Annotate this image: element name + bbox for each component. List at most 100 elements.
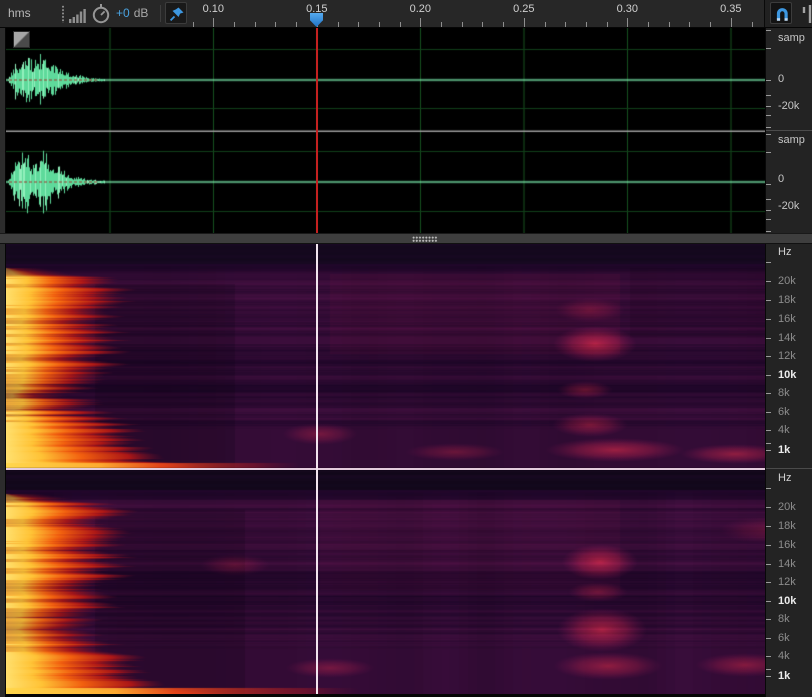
timeline-header: 0.100.150.200.250.300.35 hms +0dB <box>0 0 812 28</box>
freq-label: 6k <box>778 406 790 418</box>
frequency-scale-ch1[interactable]: Hz20k18k16k14k12k10k8k6k4k1k <box>766 244 812 468</box>
scale-tick <box>766 488 771 489</box>
scale-tick <box>766 450 771 451</box>
amp-label: 0 <box>778 73 784 85</box>
scale-tick <box>766 199 771 200</box>
ruler-tick <box>752 22 753 27</box>
scale-tick <box>766 30 771 31</box>
playhead-line-waveform <box>316 27 318 233</box>
gain-indicator[interactable]: +0 dB <box>116 6 148 20</box>
ruler-label: 0.10 <box>203 3 224 15</box>
ruler-tick <box>710 22 711 27</box>
time-format-dropdown[interactable]: hms <box>8 6 31 20</box>
freq-label: 10k <box>778 595 796 607</box>
panel-splitter[interactable] <box>0 233 812 244</box>
freq-label: 1k <box>778 670 790 682</box>
ruler-tick <box>400 22 401 27</box>
scale-tick <box>766 656 771 657</box>
level-meter-icon <box>69 8 88 23</box>
scale-tick <box>766 95 771 96</box>
snap-toggle-button[interactable] <box>770 2 792 24</box>
amp-label: samp <box>778 134 805 146</box>
ruler-tick <box>255 22 256 27</box>
time-ruler[interactable]: 0.100.150.200.250.300.35 <box>0 0 765 27</box>
freq-label: 16k <box>778 539 796 551</box>
ruler-label: 0.30 <box>617 3 638 15</box>
clock-icon[interactable] <box>90 3 112 25</box>
ruler-tick <box>234 22 235 27</box>
scale-tick <box>766 526 771 527</box>
ruler-label: 0.25 <box>513 3 534 15</box>
gain-unit: dB <box>134 6 149 20</box>
ruler-tick <box>213 18 214 27</box>
amp-label: 0 <box>778 173 784 185</box>
toolbar-separator <box>160 5 161 22</box>
ruler-tick <box>358 22 359 27</box>
scale-tick <box>766 281 771 282</box>
freq-label: 20k <box>778 501 796 513</box>
ruler-tick <box>586 22 587 27</box>
freq-label: 18k <box>778 520 796 532</box>
ruler-label: 0.35 <box>720 3 741 15</box>
scale-tick <box>766 564 771 565</box>
ruler-tick <box>441 22 442 27</box>
scale-tick <box>766 115 771 116</box>
freq-label: 1k <box>778 444 790 456</box>
amplitude-scale-ch1[interactable]: samp0-20k <box>766 27 812 131</box>
gain-value: +0 <box>116 6 130 20</box>
ruler-tick <box>296 22 297 27</box>
splitter-drag-handle[interactable] <box>412 236 438 242</box>
scale-tick <box>766 601 771 602</box>
spectrogram-channel-separator <box>0 468 765 470</box>
playhead-line-spectrogram <box>316 244 318 694</box>
ruler-tick <box>607 22 608 27</box>
scale-tick <box>766 545 771 546</box>
freq-label: 10k <box>778 369 796 381</box>
hud-toggle-icon[interactable] <box>13 31 30 48</box>
ruler-tick <box>545 22 546 27</box>
magnet-icon <box>772 4 792 24</box>
clipped-tool-button[interactable] <box>801 2 812 26</box>
scale-tick <box>766 393 771 394</box>
pin-button[interactable] <box>165 2 187 24</box>
ruler-tick <box>565 22 566 27</box>
scale-tick <box>766 262 771 263</box>
ruler-tick <box>524 18 525 27</box>
ruler-tick <box>462 22 463 27</box>
pin-icon <box>167 4 187 24</box>
freq-label: 18k <box>778 294 796 306</box>
scale-tick <box>766 134 771 135</box>
ruler-tick <box>669 22 670 27</box>
scale-separator <box>766 130 812 131</box>
scale-tick <box>766 412 771 413</box>
scale-tick <box>766 319 771 320</box>
scale-tick <box>766 638 771 639</box>
scale-tick <box>766 582 771 583</box>
amplitude-scale-ch2[interactable]: samp 0 -20k <box>766 131 812 235</box>
ruler-tick <box>689 22 690 27</box>
scale-tick <box>766 300 771 301</box>
scale-tick <box>766 669 771 670</box>
ruler-tick <box>193 22 194 27</box>
scale-tick <box>766 152 771 153</box>
freq-unit-label: Hz <box>778 472 791 484</box>
ruler-tick <box>482 22 483 27</box>
amp-label: -20k <box>778 200 799 212</box>
scale-tick <box>766 338 771 339</box>
scale-tick <box>766 210 771 211</box>
amp-label: samp <box>778 32 805 44</box>
freq-label: 8k <box>778 387 790 399</box>
scale-tick <box>766 184 771 185</box>
freq-label: 8k <box>778 613 790 625</box>
freq-label: 6k <box>778 632 790 644</box>
waveform-display[interactable] <box>0 27 765 233</box>
ruler-tick <box>648 22 649 27</box>
frequency-scale-ch2[interactable]: Hz20k18k16k14k12k10k8k6k4k1k <box>766 470 812 694</box>
freq-label: 4k <box>778 424 790 436</box>
freq-label: 12k <box>778 350 796 362</box>
ruler-tick <box>338 22 339 27</box>
scale-tick <box>766 48 771 49</box>
scale-tick <box>766 80 771 81</box>
freq-label: 16k <box>778 313 796 325</box>
scale-tick <box>766 106 771 107</box>
